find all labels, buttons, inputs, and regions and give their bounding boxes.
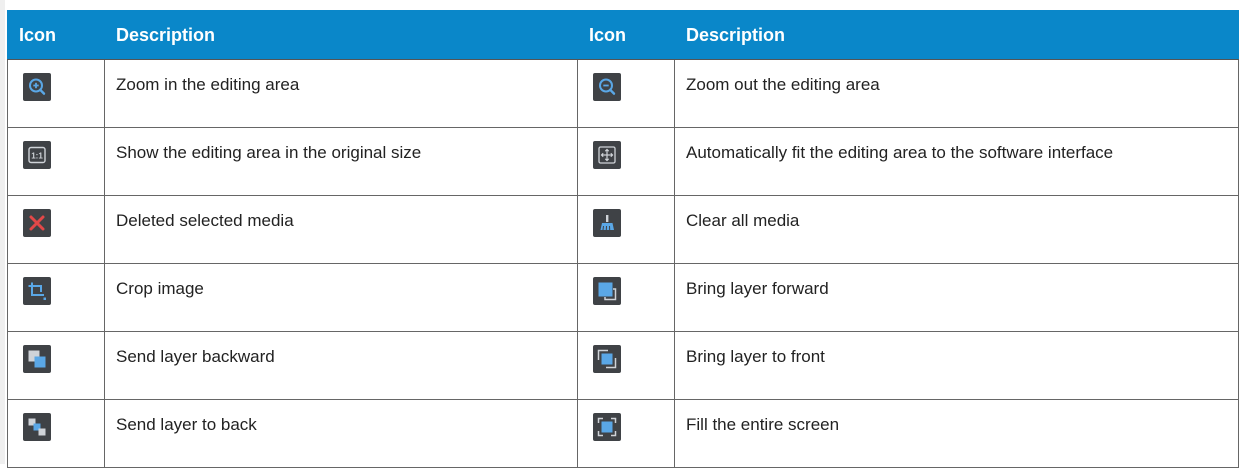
header-description-left: Description [105, 11, 578, 60]
page-edge [0, 0, 5, 464]
description-cell: Bring layer forward [675, 264, 1239, 332]
icon-cell [578, 332, 675, 400]
icon-cell [8, 400, 105, 468]
table-row: Send layer backward Bring layer to front [8, 332, 1239, 400]
icon-cell [578, 196, 675, 264]
description-cell: Send layer to back [105, 400, 578, 468]
description-cell: Zoom in the editing area [105, 60, 578, 128]
icon-cell [578, 128, 675, 196]
description-cell: Show the editing area in the original si… [105, 128, 578, 196]
send-to-back-icon [23, 413, 51, 441]
icon-cell [8, 332, 105, 400]
description-cell: Automatically fit the editing area to th… [675, 128, 1239, 196]
clear-all-brush-icon [593, 209, 621, 237]
icon-cell [578, 60, 675, 128]
icon-description-table: Icon Description Icon Description Zoom i… [7, 10, 1239, 468]
description-cell: Crop image [105, 264, 578, 332]
send-backward-icon [23, 345, 51, 373]
header-icon-left: Icon [8, 11, 105, 60]
table-row: Zoom in the editing area Zoom out the ed… [8, 60, 1239, 128]
svg-text:1:1: 1:1 [31, 152, 43, 161]
icon-cell [578, 400, 675, 468]
zoom-out-icon [593, 73, 621, 101]
description-cell: Fill the entire screen [675, 400, 1239, 468]
icon-cell [8, 60, 105, 128]
icon-cell [8, 196, 105, 264]
table-row: Crop image Bring layer forward [8, 264, 1239, 332]
crop-icon [23, 277, 51, 305]
description-cell: Bring layer to front [675, 332, 1239, 400]
description-cell: Zoom out the editing area [675, 60, 1239, 128]
fill-screen-icon [593, 413, 621, 441]
table-row: Deleted selected media Clear all media [8, 196, 1239, 264]
zoom-in-icon [23, 73, 51, 101]
table-header-row: Icon Description Icon Description [8, 11, 1239, 60]
header-icon-right: Icon [578, 11, 675, 60]
bring-to-front-icon [593, 345, 621, 373]
header-description-right: Description [675, 11, 1239, 60]
description-cell: Deleted selected media [105, 196, 578, 264]
description-cell: Send layer backward [105, 332, 578, 400]
original-size-icon: 1:1 [23, 141, 51, 169]
icon-cell [578, 264, 675, 332]
bring-forward-icon [593, 277, 621, 305]
icon-cell: 1:1 [8, 128, 105, 196]
icon-cell [8, 264, 105, 332]
table-row: 1:1 Show the editing area in the origina… [8, 128, 1239, 196]
fit-to-screen-icon [593, 141, 621, 169]
description-cell: Clear all media [675, 196, 1239, 264]
table-row: Send layer to back Fill the entire scree… [8, 400, 1239, 468]
delete-icon [23, 209, 51, 237]
